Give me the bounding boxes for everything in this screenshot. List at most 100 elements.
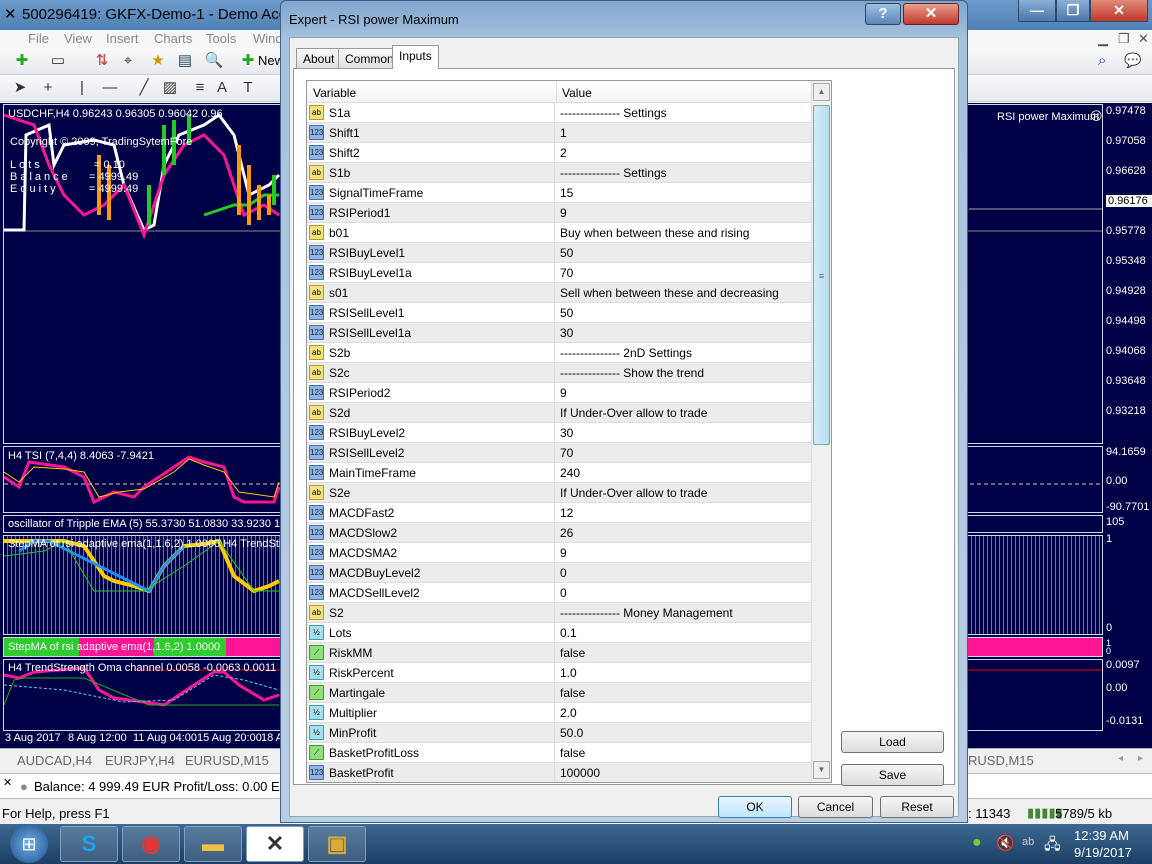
variable-value[interactable]: 26 — [560, 526, 573, 540]
variable-value[interactable]: 9 — [560, 386, 567, 400]
tab-scroll-right-icon[interactable]: ▸ — [1138, 753, 1143, 764]
column-header-value[interactable]: Value — [562, 86, 592, 100]
app-icon[interactable]: ▣ — [308, 826, 366, 862]
child-close-button[interactable]: ✕ — [1138, 31, 1149, 47]
variable-cell[interactable]: 123 RSIPeriod1 — [307, 203, 555, 222]
chart-tab-eurusd[interactable]: EURUSD,M15 — [185, 753, 269, 768]
minimize-button[interactable]: — — [1018, 0, 1056, 22]
maximize-button[interactable]: ❐ — [1056, 0, 1090, 22]
table-scrollbar[interactable]: ▲ ≡ ▼ — [811, 81, 831, 782]
ok-button[interactable]: OK — [718, 796, 792, 818]
variable-value[interactable]: Buy when between these and rising — [560, 226, 749, 240]
variable-cell[interactable]: ab S2 — [307, 603, 555, 622]
variable-value[interactable]: 9 — [560, 206, 567, 220]
variable-value[interactable]: 30 — [560, 426, 573, 440]
menu-view[interactable]: View — [64, 31, 92, 46]
skype-icon[interactable]: S — [60, 826, 118, 862]
variable-value[interactable]: 70 — [560, 266, 573, 280]
table-row[interactable]: ½ RiskPercent 1.0 — [307, 663, 811, 683]
search-icon[interactable]: ⌕ — [1098, 52, 1106, 69]
variable-value[interactable]: 12 — [560, 506, 573, 520]
table-row[interactable]: ⟋ BasketProfitLoss false — [307, 743, 811, 763]
menu-window[interactable]: Wind — [253, 31, 283, 46]
table-row[interactable]: ab S1b --------------- Settings — [307, 163, 811, 183]
crosshair-icon[interactable]: + — [38, 79, 58, 97]
table-row[interactable]: 123 Shift1 1 — [307, 123, 811, 143]
new-order-icon[interactable]: ✚ — [238, 52, 258, 70]
table-row[interactable]: ab b01 Buy when between these and rising — [307, 223, 811, 243]
table-row[interactable]: 123 BasketProfit 100000 — [307, 763, 811, 782]
variable-value[interactable]: 240 — [560, 466, 580, 480]
metatrader-icon[interactable]: ✕ — [246, 826, 304, 862]
close-button[interactable]: ✕ — [1090, 0, 1148, 22]
dialog-close-button[interactable]: ✕ — [903, 3, 959, 25]
column-header-variable[interactable]: Variable — [313, 86, 356, 100]
tab-inputs[interactable]: Inputs — [392, 45, 439, 69]
cursor-icon[interactable]: ➤ — [10, 79, 30, 97]
variable-value[interactable]: 30 — [560, 326, 573, 340]
variable-cell[interactable]: ab S2c — [307, 363, 555, 382]
table-row[interactable]: ½ Lots 0.1 — [307, 623, 811, 643]
variable-value[interactable]: false — [560, 646, 585, 660]
market-watch-icon[interactable]: ⇅ — [92, 52, 112, 70]
variable-cell[interactable]: 123 Shift1 — [307, 123, 555, 142]
variable-cell[interactable]: ½ Lots — [307, 623, 555, 642]
variable-value[interactable]: false — [560, 686, 585, 700]
variable-value[interactable]: 0 — [560, 586, 567, 600]
table-row[interactable]: 123 MainTimeFrame 240 — [307, 463, 811, 483]
variable-cell[interactable]: 123 SignalTimeFrame — [307, 183, 555, 202]
table-row[interactable]: 123 RSIPeriod1 9 — [307, 203, 811, 223]
table-row[interactable]: ab S2b --------------- 2nD Settings — [307, 343, 811, 363]
variable-cell[interactable]: ab S2d — [307, 403, 555, 422]
variable-cell[interactable]: 123 RSISellLevel2 — [307, 443, 555, 462]
variable-cell[interactable]: 123 RSIBuyLevel2 — [307, 423, 555, 442]
variable-cell[interactable]: ½ MinProfit — [307, 723, 555, 742]
table-row[interactable]: 123 MACDFast2 12 — [307, 503, 811, 523]
variable-cell[interactable]: 123 MACDSlow2 — [307, 523, 555, 542]
variable-cell[interactable]: 123 MACDSellLevel2 — [307, 583, 555, 602]
variable-value[interactable]: 1 — [560, 126, 567, 140]
file-explorer-icon[interactable]: ▬ — [184, 826, 242, 862]
menu-file[interactable]: File — [28, 31, 49, 46]
variable-value[interactable]: 0.1 — [560, 626, 577, 640]
variable-value[interactable]: --------------- Settings — [560, 166, 667, 180]
help-button[interactable]: ? — [865, 3, 901, 25]
menu-charts[interactable]: Charts — [154, 31, 192, 46]
variable-value[interactable]: 15 — [560, 186, 573, 200]
variable-value[interactable]: 70 — [560, 446, 573, 460]
cancel-button[interactable]: Cancel — [798, 796, 873, 818]
variable-cell[interactable]: ab S1b — [307, 163, 555, 182]
variable-cell[interactable]: 123 RSISellLevel1a — [307, 323, 555, 342]
table-row[interactable]: 123 RSIBuyLevel1a 70 — [307, 263, 811, 283]
language-icon[interactable]: ab — [1022, 836, 1034, 848]
trendline-icon[interactable]: ╱ — [134, 79, 154, 97]
chart-tab-xrusd[interactable]: RUSD,M15 — [968, 753, 1034, 768]
table-row[interactable]: ½ Multiplier 2.0 — [307, 703, 811, 723]
table-row[interactable]: ab S2e If Under-Over allow to trade — [307, 483, 811, 503]
child-restore-button[interactable]: ❐ — [1118, 31, 1130, 47]
tab-scroll-left-icon[interactable]: ◂ — [1118, 753, 1123, 764]
variable-value[interactable]: 50.0 — [560, 726, 583, 740]
variable-value[interactable]: If Under-Over allow to trade — [560, 406, 707, 420]
variable-value[interactable]: 9 — [560, 546, 567, 560]
child-minimize-button[interactable]: ▁ — [1098, 31, 1108, 47]
fibonacci-icon[interactable]: ≡ — [190, 79, 210, 97]
tab-about[interactable]: About — [296, 48, 342, 68]
variable-value[interactable]: 100000 — [560, 766, 600, 780]
table-row[interactable]: ab s01 Sell when between these and decreas… — [307, 283, 811, 303]
table-row[interactable]: 123 RSISellLevel1 50 — [307, 303, 811, 323]
equidistant-channel-icon[interactable]: ▨ — [160, 79, 180, 97]
variable-cell[interactable]: ⟋ BasketProfitLoss — [307, 743, 555, 762]
navigator-icon[interactable]: ★ — [148, 52, 168, 70]
variable-cell[interactable]: 123 MainTimeFrame — [307, 463, 555, 482]
variable-value[interactable]: 2.0 — [560, 706, 577, 720]
table-row[interactable]: 123 RSIBuyLevel2 30 — [307, 423, 811, 443]
menu-tools[interactable]: Tools — [206, 31, 236, 46]
chrome-icon[interactable]: ◉ — [122, 826, 180, 862]
tray-app-icon[interactable]: ● — [972, 834, 982, 852]
chat-icon[interactable]: 💬 — [1124, 52, 1141, 69]
variable-cell[interactable]: ab s01 — [307, 283, 555, 302]
variable-cell[interactable]: ⟋ Martingale — [307, 683, 555, 702]
variable-cell[interactable]: 123 RSIBuyLevel1a — [307, 263, 555, 282]
variable-value[interactable]: --------------- Settings — [560, 106, 667, 120]
